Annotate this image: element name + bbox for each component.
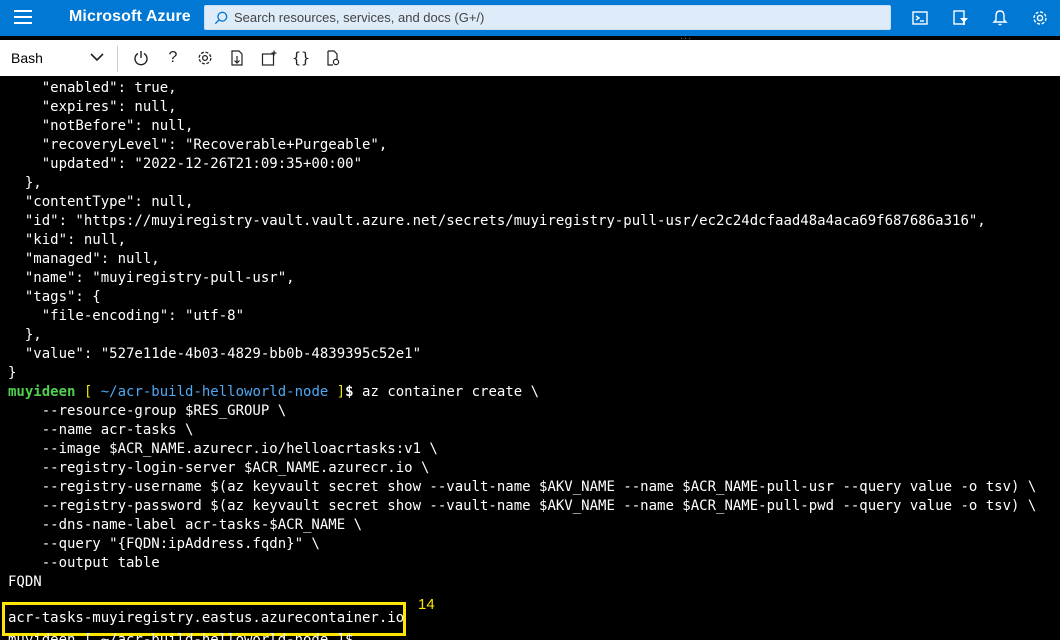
terminal-line: --registry-login-server $ACR_NAME.azurec… [8, 460, 430, 476]
shell-type-label: Bash [11, 50, 43, 66]
chevron-down-icon [90, 53, 104, 62]
upload-download-button[interactable] [221, 40, 253, 76]
restart-button[interactable] [125, 40, 157, 76]
menu-icon[interactable] [14, 10, 32, 26]
settings-button[interactable] [189, 40, 221, 76]
global-search-box[interactable] [204, 5, 891, 30]
terminal-line: "expires": null, [8, 99, 177, 115]
settings-icon [198, 51, 212, 65]
brand-title[interactable]: Microsoft Azure [69, 8, 191, 26]
prompt-symbol: $ [345, 384, 354, 400]
terminal-line: --dns-name-label acr-tasks-$ACR_NAME \ [8, 517, 363, 533]
directory-filter-icon[interactable] [940, 0, 980, 36]
annotation-number: 14 [418, 596, 435, 613]
prompt-line: muyideen [ ~/acr-build-helloworld-node ]… [8, 383, 1036, 402]
fqdn-result: acr-tasks-muyiregistry.eastus.azureconta… [8, 610, 405, 626]
terminal-line: "enabled": true, [8, 80, 177, 96]
upload-download-icon [231, 50, 243, 66]
search-input[interactable] [234, 10, 890, 25]
terminal-line: "managed": null, [8, 251, 160, 267]
prompt-command: az container create \ [353, 384, 540, 400]
terminal-line: }, [8, 327, 42, 343]
terminal-line: --query "{FQDN:ipAddress.fqdn}" \ [8, 536, 320, 552]
prompt-path: ~/acr-build-helloworld-node [100, 384, 329, 400]
terminal-line: --registry-password $(az keyvault secret… [8, 498, 1037, 514]
terminal-line: "tags": { [8, 289, 101, 305]
help-icon: ? [168, 49, 178, 66]
open-editor-button[interactable]: {} [285, 40, 317, 76]
terminal-line: "notBefore": null, [8, 118, 194, 134]
settings-icon[interactable] [1020, 0, 1060, 36]
next-prompt-line: muyideen [ ~/acr-build-helloworld-node ]… [8, 632, 354, 640]
terminal-line: "kid": null, [8, 232, 127, 248]
terminal-line: --image $ACR_NAME.azurecr.io/helloacrtas… [8, 441, 438, 457]
new-session-icon [261, 50, 277, 66]
terminal-line: FQDN [8, 574, 42, 590]
terminal-line: "value": "527e11de-4b03-4829-bb0b-483939… [8, 346, 422, 362]
notifications-icon[interactable] [980, 0, 1020, 36]
terminal-output[interactable]: "enabled": true, "expires": null, "notBe… [0, 76, 1060, 640]
prompt-user: muyideen [8, 384, 76, 400]
terminal-line: "id": "https://muyiregistry-vault.vault.… [8, 213, 986, 229]
search-icon [214, 11, 228, 24]
prompt-bracket: [ [75, 384, 101, 400]
shell-tool-group: ? {} [125, 40, 349, 76]
toolbar-divider [117, 46, 118, 72]
terminal-line: "contentType": null, [8, 194, 194, 210]
cloud-shell-icon[interactable] [900, 0, 940, 36]
web-preview-button[interactable] [317, 40, 349, 76]
web-preview-icon [327, 50, 340, 66]
terminal-line: --registry-username $(az keyvault secret… [8, 479, 1037, 495]
terminal-line: "recoveryLevel": "Recoverable+Purgeable"… [8, 137, 388, 153]
new-session-button[interactable] [253, 40, 285, 76]
azure-top-bar: Microsoft Azure ... [0, 0, 1060, 42]
terminal-line: "updated": "2022-12-26T21:09:35+00:00" [8, 156, 363, 172]
terminal-line: --output table [8, 555, 160, 571]
terminal-line: }, [8, 175, 42, 191]
shell-type-select[interactable]: Bash [0, 40, 117, 76]
prompt-bracket: ] [328, 384, 346, 400]
editor-icon: {} [291, 49, 311, 67]
terminal-line: --name acr-tasks \ [8, 422, 194, 438]
terminal-lines: "enabled": true, "expires": null, "notBe… [8, 79, 1036, 592]
power-icon [134, 51, 148, 66]
top-icon-group [900, 0, 1060, 36]
terminal-line: --resource-group $RES_GROUP \ [8, 403, 287, 419]
terminal-line: "name": "muyiregistry-pull-usr", [8, 270, 295, 286]
terminal-line: "file-encoding": "utf-8" [8, 308, 245, 324]
terminal-line: } [8, 365, 17, 381]
help-button[interactable]: ? [157, 40, 189, 76]
cloud-shell-toolbar: Bash ? {} [0, 40, 1060, 76]
